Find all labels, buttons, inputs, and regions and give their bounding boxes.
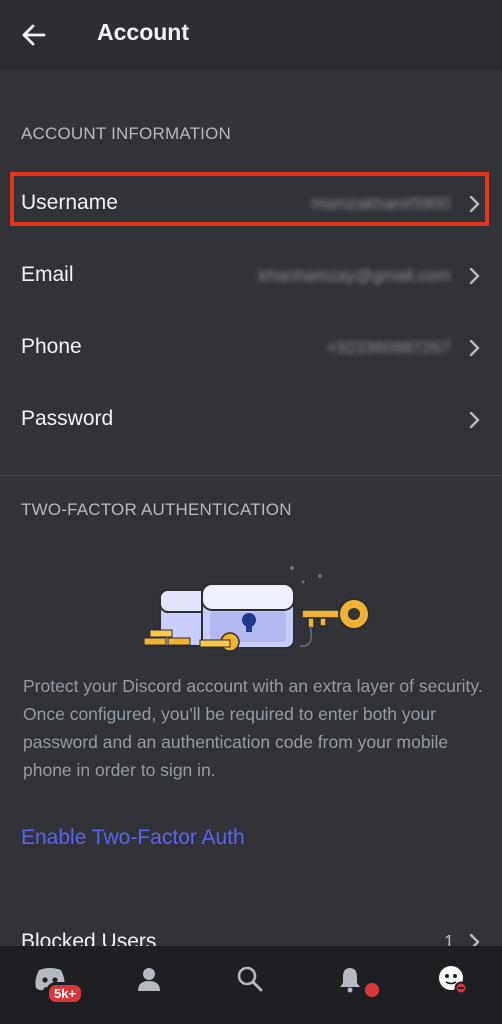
username-highlight-box bbox=[10, 172, 489, 226]
back-button[interactable] bbox=[18, 20, 50, 50]
home-notification-badge: 5k+ bbox=[46, 982, 85, 1005]
email-value: khanhamzay@gmail.com bbox=[258, 266, 450, 285]
phone-label: Phone bbox=[21, 335, 82, 358]
bottom-navigation: 5k+ bbox=[0, 946, 502, 1024]
section-label-two-factor: TWO-FACTOR AUTHENTICATION bbox=[21, 500, 292, 519]
password-label: Password bbox=[21, 407, 114, 430]
email-row[interactable]: Email khanhamzay@gmail.com bbox=[0, 246, 502, 306]
nav-friends[interactable] bbox=[100, 946, 200, 1012]
phone-value: +923360987267 bbox=[326, 338, 450, 357]
phone-row[interactable]: Phone +923360987267 bbox=[0, 318, 502, 378]
chevron-right-icon bbox=[469, 339, 480, 357]
friends-icon bbox=[138, 966, 163, 991]
enable-two-factor-link[interactable]: Enable Two-Factor Auth bbox=[21, 826, 245, 850]
dnd-status-badge bbox=[362, 980, 382, 1000]
nav-notifications[interactable] bbox=[300, 946, 400, 1012]
section-label-account-information: ACCOUNT INFORMATION bbox=[21, 124, 231, 143]
nav-search[interactable] bbox=[200, 946, 300, 1012]
two-factor-description: Protect your Discord account with an ext… bbox=[23, 676, 483, 780]
password-row[interactable]: Password bbox=[0, 390, 502, 450]
section-divider bbox=[0, 475, 502, 476]
chevron-right-icon bbox=[469, 411, 480, 429]
treasure-chest-key-illustration bbox=[143, 566, 370, 652]
chevron-right-icon bbox=[469, 267, 480, 285]
notifications-bell-icon bbox=[340, 968, 360, 993]
email-label: Email bbox=[21, 263, 74, 286]
app-header: Account bbox=[0, 0, 502, 70]
arrow-left-icon bbox=[22, 24, 46, 46]
search-icon bbox=[237, 966, 263, 992]
profile-avatar-icon bbox=[439, 966, 468, 995]
page-title: Account bbox=[97, 19, 189, 45]
nav-profile[interactable] bbox=[402, 946, 502, 1012]
